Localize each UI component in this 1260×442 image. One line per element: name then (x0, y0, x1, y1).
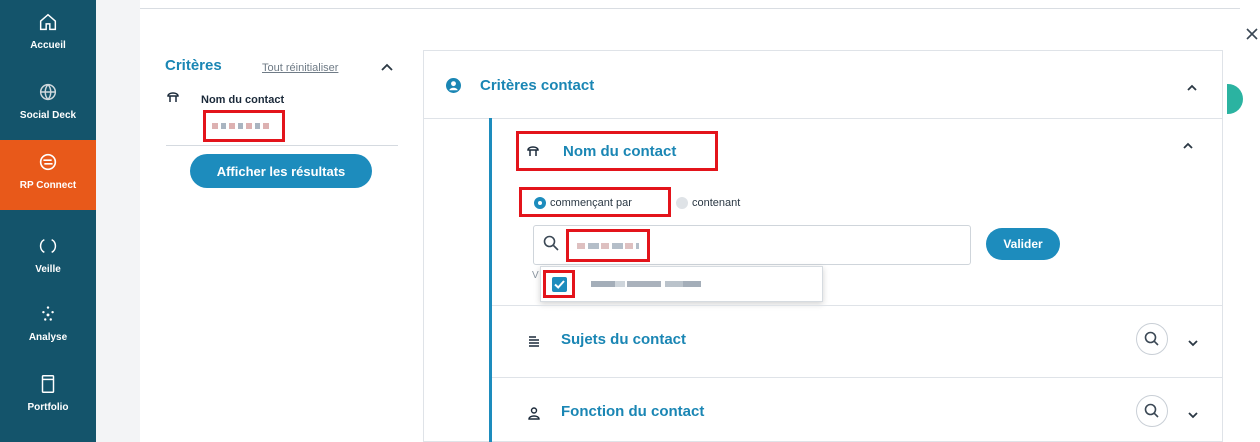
user-circle-icon (446, 78, 461, 93)
show-results-button[interactable]: Afficher les résultats (190, 154, 372, 188)
section-accent-bar (489, 118, 492, 442)
radio-starts-with-label: commençant par (550, 197, 632, 209)
radio-selected-icon (534, 197, 546, 209)
radio-starts-with[interactable]: commençant par (534, 197, 632, 209)
hint-text: V (532, 270, 539, 281)
page: Accueil Social Deck RP Connect Veille An… (0, 0, 1260, 442)
reset-all-link[interactable]: Tout réinitialiser (262, 62, 338, 74)
name-section-title[interactable]: Nom du contact (563, 143, 676, 160)
rp-connect-icon (36, 150, 60, 174)
blurred-value (591, 281, 701, 287)
suggestion-dropdown (540, 266, 823, 302)
nav-item-veille[interactable]: Veille (0, 224, 96, 294)
chevron-up-icon[interactable] (1182, 138, 1194, 149)
section-divider (492, 377, 1222, 378)
checkbox-checked-icon[interactable] (552, 277, 567, 292)
globe-icon (36, 80, 60, 104)
nav-label: Accueil (30, 40, 66, 51)
chevron-up-icon[interactable] (1186, 80, 1198, 91)
section-divider (492, 305, 1222, 306)
criteria-item-label: Nom du contact (201, 94, 285, 106)
nav-label: Social Deck (19, 110, 77, 121)
chevron-down-icon[interactable] (1187, 407, 1199, 419)
chevron-up-icon[interactable] (380, 60, 394, 72)
close-icon[interactable] (1244, 26, 1260, 42)
function-section-title[interactable]: Fonction du contact (561, 403, 704, 420)
blurred-value (212, 123, 272, 129)
nav-item-accueil[interactable]: Accueil (0, 0, 96, 70)
loop-icon (36, 234, 60, 258)
nav-item-portfolio[interactable]: Portfolio (0, 362, 96, 432)
radio-unselected-icon (676, 197, 688, 209)
side-navigation: Accueil Social Deck RP Connect Veille An… (0, 0, 96, 442)
nav-item-analyse[interactable]: Analyse (0, 292, 96, 362)
subjects-section-title[interactable]: Sujets du contact (561, 331, 686, 348)
validate-button[interactable]: Valider (986, 228, 1060, 260)
search-icon (542, 234, 560, 252)
nav-label: Veille (35, 264, 61, 275)
contact-name-icon (526, 144, 540, 158)
portfolio-icon (36, 372, 60, 396)
home-icon (36, 10, 60, 34)
criteria-contact-title: Critères contact (480, 77, 595, 94)
side-tab[interactable] (1227, 84, 1243, 114)
suggestion-item[interactable] (541, 267, 824, 301)
search-value-highlight (566, 229, 650, 262)
criteria-item-value-highlight (203, 110, 285, 142)
function-search-button[interactable] (1136, 395, 1168, 427)
blurred-value (577, 243, 639, 249)
nav-label: RP Connect (19, 180, 77, 191)
nav-label: Portfolio (27, 402, 69, 413)
nav-item-social-deck[interactable]: Social Deck (0, 70, 96, 140)
person-icon (527, 406, 541, 420)
top-divider (140, 8, 1240, 9)
criteria-contact-header[interactable]: Critères contact (424, 51, 1222, 119)
nav-label: Analyse (28, 332, 68, 343)
list-icon (527, 333, 541, 347)
radio-contains-label: contenant (692, 197, 741, 209)
gutter (96, 0, 140, 442)
criteria-divider (166, 145, 398, 146)
radio-contains[interactable]: contenant (676, 197, 740, 209)
subjects-search-button[interactable] (1136, 323, 1168, 355)
criteria-title: Critères (165, 57, 222, 74)
chevron-down-icon[interactable] (1187, 335, 1199, 347)
contact-name-icon (166, 90, 180, 104)
dots-icon (36, 302, 60, 326)
nav-item-rp-connect[interactable]: RP Connect (0, 140, 96, 210)
